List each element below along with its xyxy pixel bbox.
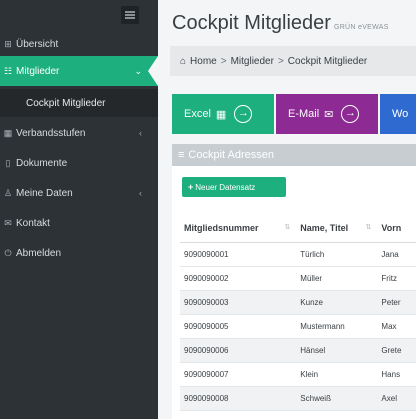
table-row[interactable]: 9090090008 Schweiß Axel [180, 386, 416, 411]
table-row[interactable]: 9090090001 Türlich Jana [180, 242, 416, 267]
main-content: Cockpit Mitglieder GRÜN eVEWAS ⌂ Home > M… [158, 0, 416, 419]
cell-name: Türlich [296, 242, 378, 267]
sidebar-item-label: Abmelden [16, 247, 62, 259]
chevron-down-icon: ⌄ [134, 65, 142, 76]
sidebar-item-label: Kontakt [16, 217, 50, 229]
arrow-right-circle-icon: → [234, 105, 253, 123]
sort-icon: ⇅ [365, 224, 372, 231]
cell-vorname: Jana [377, 242, 416, 267]
cell-mitgliedsnummer: 9090090007 [180, 362, 297, 387]
cell-vorname: Hans [377, 362, 416, 387]
cell-mitgliedsnummer: 9090090003 [180, 290, 297, 315]
chevron-left-icon: ‹ [139, 128, 142, 138]
breadcrumb: ⌂ Home > Mitglieder > Cockpit Mitglieder [170, 46, 416, 76]
table-row[interactable]: 9090090005 Mustermann Max [180, 314, 416, 339]
sort-icon: ⇅ [284, 224, 291, 231]
column-header-label: Mitgliedsnummer [184, 222, 259, 233]
breadcrumb-home[interactable]: Home [190, 56, 217, 67]
arrow-right-circle-icon: → [341, 105, 360, 123]
column-header-label: Name, Titel [300, 222, 349, 233]
sidebar-item-kontakt[interactable]: ✉ Kontakt [0, 208, 158, 238]
list-icon: ≡ [178, 149, 185, 161]
document-icon: ▯ [5, 157, 11, 168]
sidebar-item-uebersicht[interactable]: ⊞ Übersicht [0, 29, 158, 59]
more-action-label: Wo [392, 108, 409, 120]
new-record-button[interactable]: + Neuer Datensatz [182, 177, 286, 197]
sidebar-subitem-cockpit-mitglieder[interactable]: Cockpit Mitglieder [0, 89, 158, 117]
sidebar-item-mitglieder[interactable]: ☷ Mitglieder ⌄ [0, 56, 158, 86]
breadcrumb-current: Cockpit Mitglieder [287, 55, 368, 67]
chevron-left-icon: ‹ [139, 188, 142, 198]
home-icon: ⌂ [180, 55, 187, 67]
cell-vorname: Grete [377, 338, 416, 363]
menu-toggle-icon[interactable] [121, 6, 139, 24]
page-title: Cockpit Mitglieder GRÜN eVEWAS [172, 12, 389, 35]
table-row[interactable]: 9090090003 Kunze Peter [180, 290, 416, 315]
breadcrumb-separator: > [277, 55, 284, 67]
cell-vorname: Fritz [377, 266, 416, 291]
cell-name: Schweiß [296, 386, 378, 411]
active-pointer [148, 56, 158, 86]
members-table: Mitgliedsnummer ⇅ Name, Titel ⇅ Vorn 90900… [180, 214, 416, 411]
users-icon: ☷ [3, 65, 13, 76]
sidebar-item-label: Mitglieder [16, 65, 60, 77]
more-action-button[interactable]: Wo [380, 94, 416, 134]
grid-icon: ▦ [215, 108, 227, 121]
table-row[interactable]: 9090090002 Müller Fritz [180, 266, 416, 291]
cell-mitgliedsnummer: 9090090008 [180, 386, 297, 411]
cell-vorname: Max [377, 314, 416, 339]
page-title-text: Cockpit Mitglieder [172, 12, 331, 34]
sidebar-item-label: Verbandsstufen [16, 127, 86, 139]
cell-name: Müller [296, 266, 378, 291]
logout-icon: ⏻ [4, 247, 12, 258]
cell-mitgliedsnummer: 9090090002 [180, 266, 297, 291]
table-header-row: Mitgliedsnummer ⇅ Name, Titel ⇅ Vorn [180, 214, 416, 243]
cell-vorname: Axel [377, 386, 416, 411]
breadcrumb-mitglieder[interactable]: Mitglieder [231, 56, 274, 67]
email-label: E-Mail [288, 108, 320, 120]
sidebar-item-label: Dokumente [16, 157, 68, 169]
email-button[interactable]: E-Mail ✉ → [276, 94, 378, 134]
table-row[interactable]: 9090090006 Hänsel Grete [180, 338, 416, 363]
sidebar-item-abmelden[interactable]: ⏻ Abmelden [0, 238, 158, 268]
table-row[interactable]: 9090090007 Klein Hans [180, 362, 416, 387]
sidebar-item-label: Übersicht [16, 38, 59, 50]
cell-name: Klein [296, 362, 378, 387]
sidebar-item-meine-daten[interactable]: ♙ Meine Daten ‹ [0, 178, 158, 208]
cell-name: Hänsel [296, 338, 378, 363]
user-icon: ♙ [3, 187, 13, 198]
page-subtitle: GRÜN eVEWAS [333, 24, 389, 31]
cell-mitgliedsnummer: 9090090001 [180, 242, 297, 267]
envelope-icon: ✉ [324, 108, 334, 121]
panel-header: ≡ Cockpit Adressen [172, 144, 416, 166]
panel-title: Cockpit Adressen [188, 149, 275, 161]
sidebar-item-verbandsstufen[interactable]: ▦ Verbandsstufen ‹ [0, 118, 158, 148]
sidebar-item-dokumente[interactable]: ▯ Dokumente [0, 148, 158, 178]
sidebar-item-label: Meine Daten [16, 187, 73, 199]
excel-label: Excel [184, 108, 211, 120]
sidebar: ⊞ Übersicht ☷ Mitglieder ⌄ Cockpit Mitgl… [0, 0, 158, 419]
new-record-label: Neuer Datensatz [195, 182, 256, 192]
cell-vorname: Peter [377, 290, 416, 315]
cell-mitgliedsnummer: 9090090006 [180, 338, 297, 363]
cell-name: Kunze [296, 290, 378, 315]
dashboard-icon: ⊞ [4, 38, 12, 49]
column-header-name[interactable]: Name, Titel ⇅ [296, 214, 378, 243]
cell-mitgliedsnummer: 9090090005 [180, 314, 297, 339]
mail-icon: ✉ [4, 217, 12, 228]
column-header-mitgliedsnummer[interactable]: Mitgliedsnummer ⇅ [180, 214, 297, 243]
excel-export-button[interactable]: Excel ▦ → [172, 94, 274, 134]
column-header-vorname[interactable]: Vorn [377, 214, 416, 243]
table-icon: ▦ [3, 127, 13, 138]
column-header-label: Vorn [381, 222, 402, 233]
breadcrumb-separator: > [220, 55, 227, 67]
cell-name: Mustermann [296, 314, 378, 339]
plus-icon: + [188, 182, 194, 192]
